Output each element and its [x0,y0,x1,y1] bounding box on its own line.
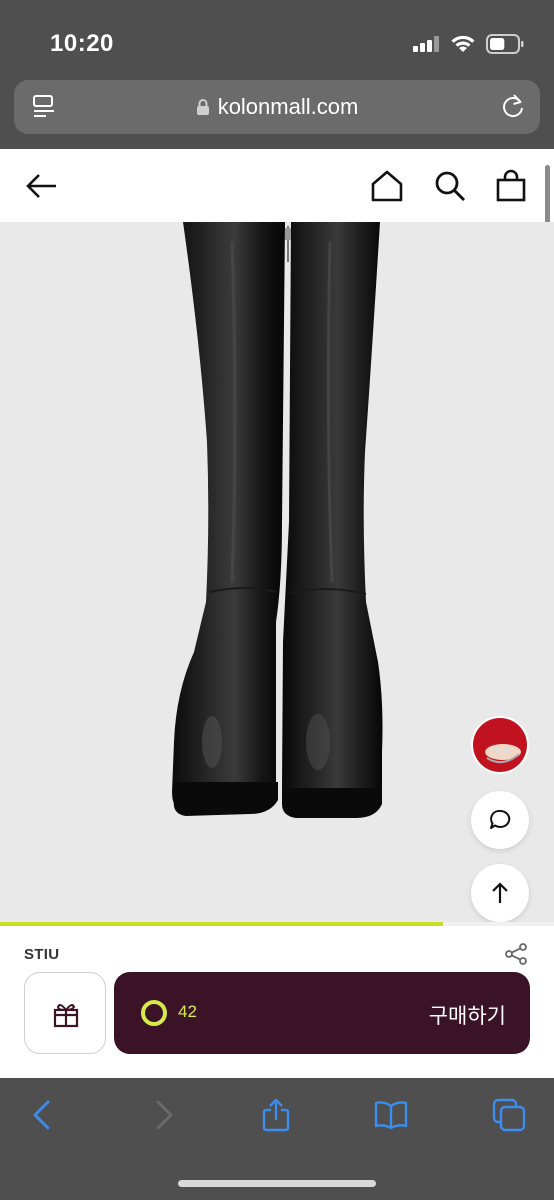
like-count: 42 [178,1002,197,1021]
lock-icon [196,99,209,115]
related-product-thumbnail[interactable] [471,716,529,774]
forward-icon[interactable] [146,1098,180,1132]
shopping-bag-icon[interactable] [494,169,528,203]
like-icon[interactable] [140,999,168,1027]
bookmarks-icon[interactable] [374,1098,408,1132]
screen: 10:20 kolonmall.com STIU 42 구매하기 [0,0,554,1200]
home-indicator [178,1180,376,1187]
buy-button[interactable]: 42 구매하기 [114,972,530,1054]
chat-icon [490,809,511,829]
url-text: kolonmall.com [217,94,359,119]
scroll-top-button[interactable] [471,864,529,922]
buy-label: 구매하기 [428,1005,506,1028]
search-icon[interactable] [433,169,467,203]
product-image[interactable] [0,222,554,924]
back-icon[interactable] [26,1098,60,1132]
scroll-top-icon [492,882,508,903]
status-time: 10:20 [50,30,114,57]
purchase-panel: STIU 42 구매하기 [0,926,554,1078]
reload-icon[interactable] [500,93,526,121]
tabs-icon[interactable] [492,1098,526,1132]
battery-icon [486,34,524,54]
wifi-icon [451,35,475,52]
chat-button[interactable] [471,791,529,849]
share-icon[interactable] [504,942,528,966]
brand-name[interactable]: STIU [24,946,59,963]
url-display[interactable]: kolonmall.com [14,94,540,120]
back-arrow-icon[interactable] [24,169,58,203]
home-icon[interactable] [370,169,404,203]
status-bar: 10:20 [0,0,554,80]
gift-icon [53,1004,79,1028]
gift-button[interactable] [24,972,106,1054]
cellular-signal-icon [413,36,441,52]
share-sheet-icon[interactable] [259,1098,293,1132]
site-header [0,149,554,222]
address-bar[interactable]: kolonmall.com [14,80,540,134]
